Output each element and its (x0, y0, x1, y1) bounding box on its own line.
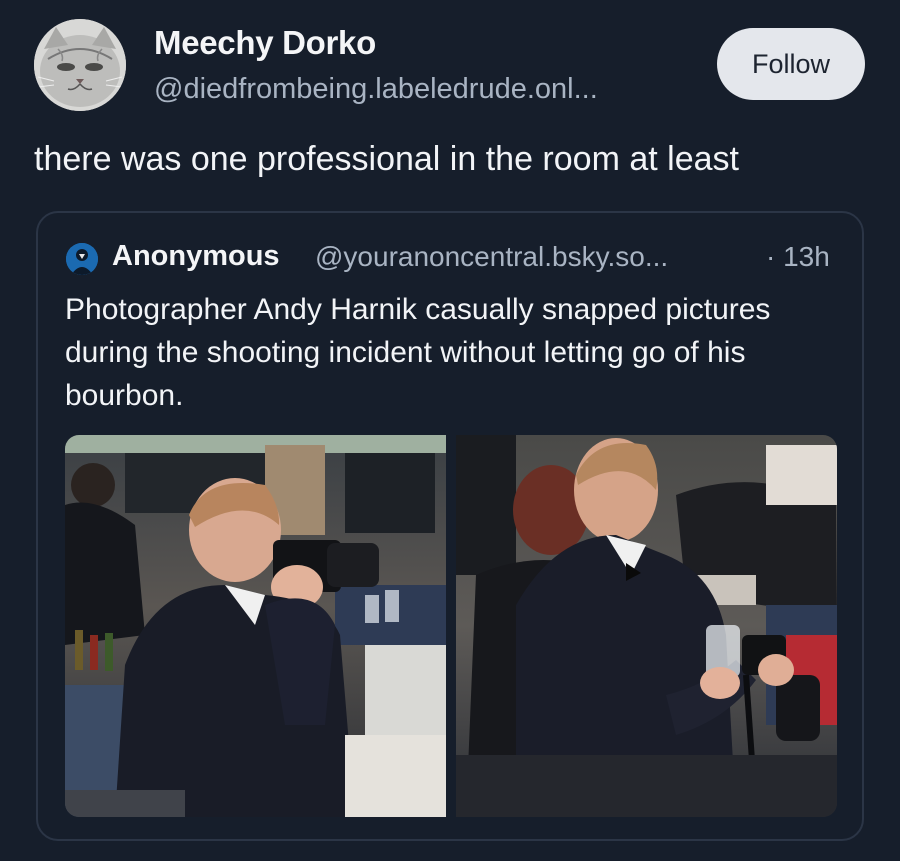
quoted-post[interactable]: Anonymous @youranoncentral.bsky.so... · … (36, 211, 864, 841)
cat-avatar-icon (34, 19, 126, 111)
quote-timestamp: · 13h (766, 241, 830, 272)
anonymous-avatar-icon (66, 243, 98, 275)
quote-author-avatar[interactable] (66, 243, 98, 275)
post-text: there was one professional in the room a… (34, 140, 739, 178)
follow-button[interactable]: Follow (717, 28, 865, 100)
quote-author-handle[interactable]: @youranoncentral.bsky.so... (315, 241, 668, 273)
author-avatar[interactable] (34, 19, 126, 111)
quote-author-name[interactable]: Anonymous (112, 240, 280, 273)
post-card: Meechy Dorko @diedfrombeing.labeledrude.… (0, 0, 900, 861)
photographer-with-camera-photo[interactable] (65, 435, 446, 817)
quote-text: Photographer Andy Harnik casually snappe… (65, 293, 771, 412)
author-display-name[interactable]: Meechy Dorko (154, 24, 376, 62)
author-handle[interactable]: @diedfrombeing.labeledrude.onl... (154, 73, 598, 106)
photographer-holding-glass-photo[interactable] (456, 435, 837, 817)
